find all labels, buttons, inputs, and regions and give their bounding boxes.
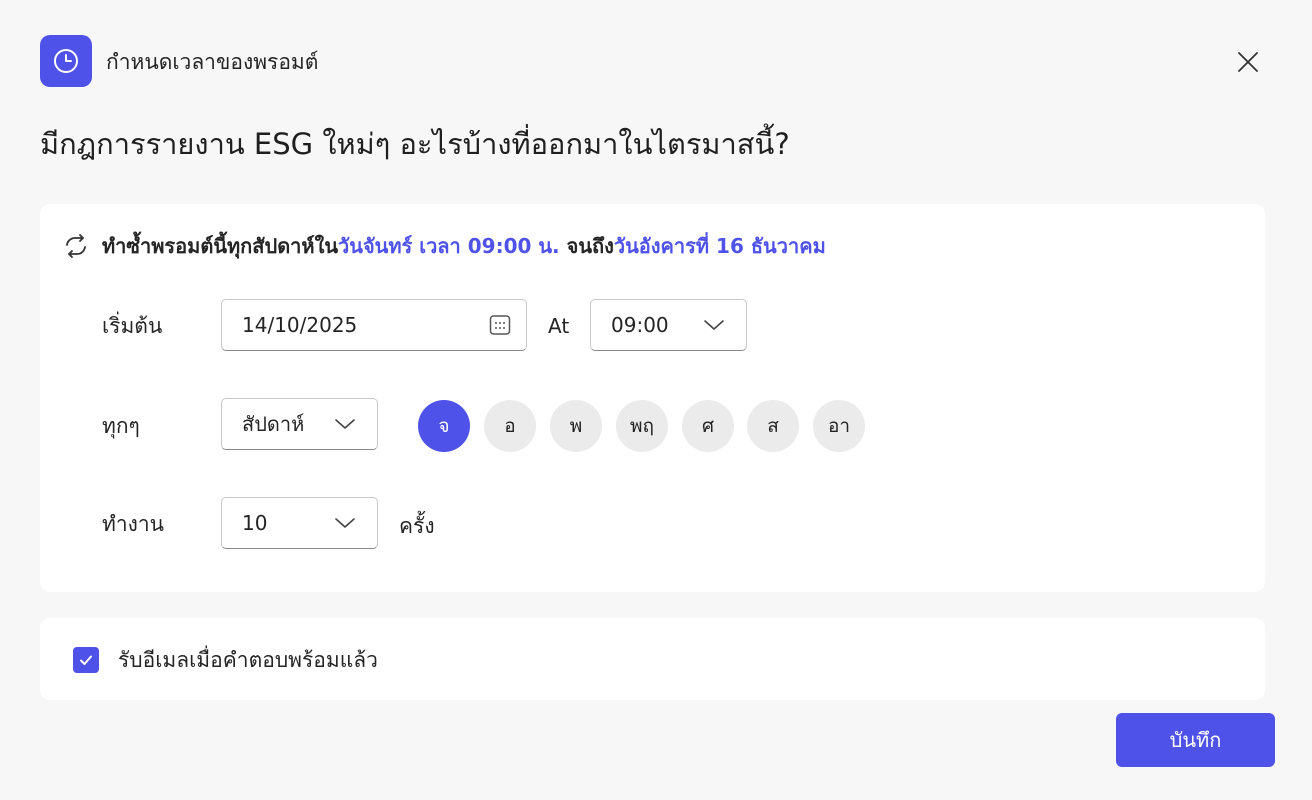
times-suffix: ครั้ง xyxy=(399,514,435,538)
clock-icon xyxy=(54,49,78,73)
start-time-value: 09:00 xyxy=(611,313,669,337)
email-card: รับอีเมลเมื่อคำตอบพร้อมแล้ว xyxy=(40,618,1265,700)
schedule-card: ทำซ้ำพรอมต์นี้ทุกสัปดาห์ใน วันจันทร์ เวล… xyxy=(40,204,1265,592)
day-mon[interactable]: จ xyxy=(418,400,470,452)
frequency-dropdown[interactable]: สัปดาห์ xyxy=(221,398,378,450)
schedule-header-icon xyxy=(40,35,92,87)
close-icon xyxy=(1238,52,1258,72)
repeat-icon xyxy=(62,232,90,260)
summary-prefix: ทำซ้ำพรอมต์นี้ทุกสัปดาห์ใน xyxy=(102,234,339,258)
day-fri[interactable]: ศ xyxy=(682,400,734,452)
day-thu[interactable]: พฤ xyxy=(616,400,668,452)
start-time-dropdown[interactable]: 09:00 xyxy=(590,299,747,351)
summary-day-time: วันจันทร์ เวลา 09:00 น. xyxy=(338,234,560,258)
day-wed[interactable]: พ xyxy=(550,400,602,452)
dialog-title: กำหนดเวลาของพรอมต์ xyxy=(106,50,319,74)
prompt-title: มีกฎการรายงาน ESG ใหม่ๆ อะไรบ้างที่ออกมา… xyxy=(40,127,790,161)
chevron-down-icon xyxy=(323,498,367,548)
run-label: ทำงาน xyxy=(102,512,165,536)
start-date-picker[interactable]: 14/10/2025 xyxy=(221,299,527,351)
calendar-icon[interactable] xyxy=(478,300,522,350)
save-button[interactable]: บันทึก xyxy=(1116,713,1275,767)
summary-end-date: วันอังคารที่ 16 ธันวาคม xyxy=(613,234,826,258)
frequency-value: สัปดาห์ xyxy=(242,412,305,436)
start-label: เริ่มต้น xyxy=(102,314,163,338)
day-sat[interactable]: ส xyxy=(747,400,799,452)
email-label: รับอีเมลเมื่อคำตอบพร้อมแล้ว xyxy=(118,648,378,672)
start-date-value: 14/10/2025 xyxy=(242,313,358,337)
schedule-summary: ทำซ้ำพรอมต์นี้ทุกสัปดาห์ใน วันจันทร์ เวล… xyxy=(62,230,826,262)
checkmark-icon xyxy=(80,655,92,665)
at-label: At xyxy=(548,314,570,338)
email-checkbox[interactable] xyxy=(73,647,99,673)
summary-middle: จนถึง xyxy=(559,234,614,258)
every-label: ทุกๆ xyxy=(102,414,140,438)
run-count-value: 10 xyxy=(242,511,268,535)
day-sun[interactable]: อา xyxy=(813,400,865,452)
day-tue[interactable]: อ xyxy=(484,400,536,452)
run-count-dropdown[interactable]: 10 xyxy=(221,497,378,549)
chevron-down-icon xyxy=(692,300,736,350)
close-button[interactable] xyxy=(1232,46,1264,78)
chevron-down-icon xyxy=(323,399,367,449)
